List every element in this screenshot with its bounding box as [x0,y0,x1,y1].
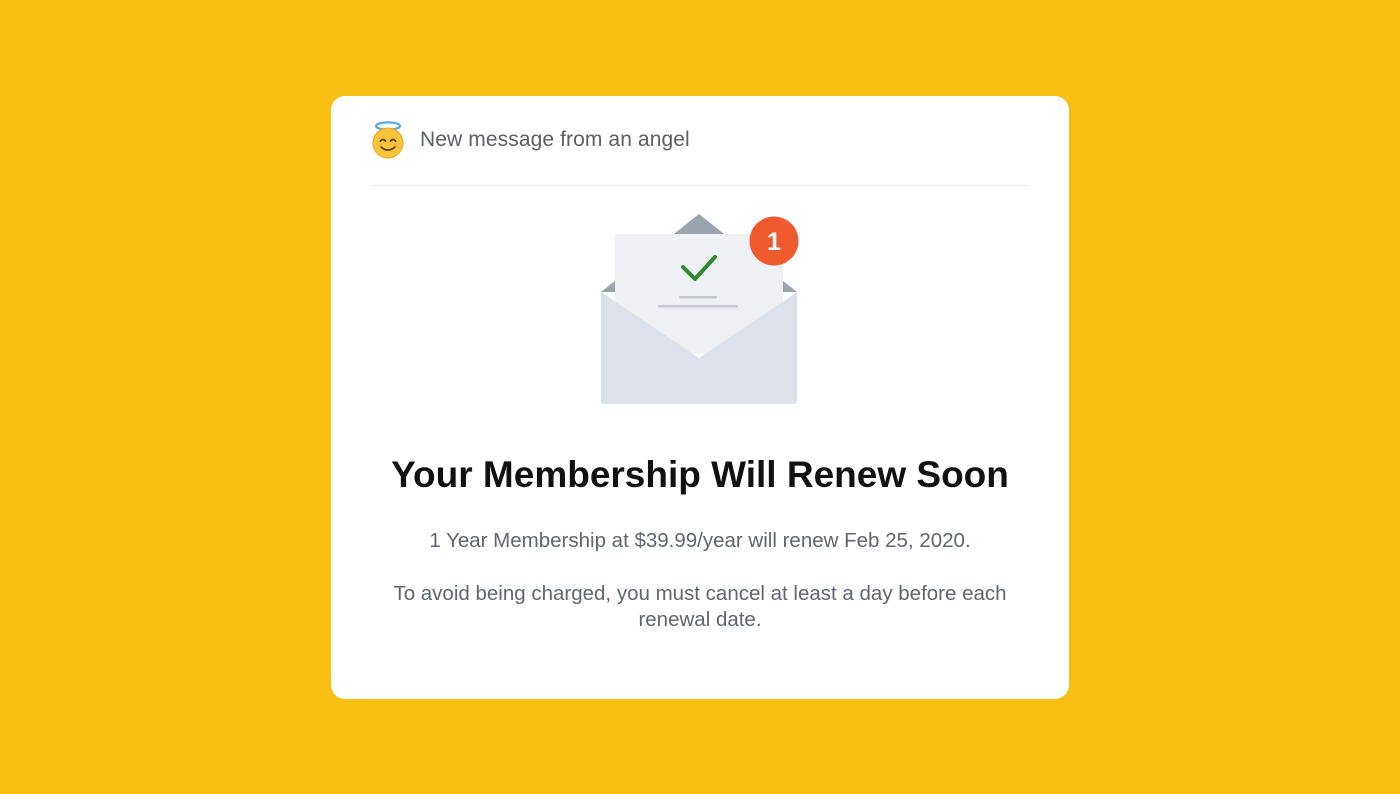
message-card: New message from an angel 1 Your Members… [331,96,1069,699]
smiling-face-with-halo-icon [372,121,404,159]
open-envelope-with-checkmark-icon: 1 [601,214,799,404]
cancel-notice-text: To avoid being charged, you must cancel … [393,582,1007,631]
message-title: Your Membership Will Renew Soon [391,454,1009,495]
header-divider [370,185,1030,186]
renewal-info-text: 1 Year Membership at $39.99/year will re… [429,529,971,552]
header-text: New message from an angel [420,128,690,151]
notification-badge-count: 1 [767,228,781,256]
message-header: New message from an angel [370,120,1030,160]
